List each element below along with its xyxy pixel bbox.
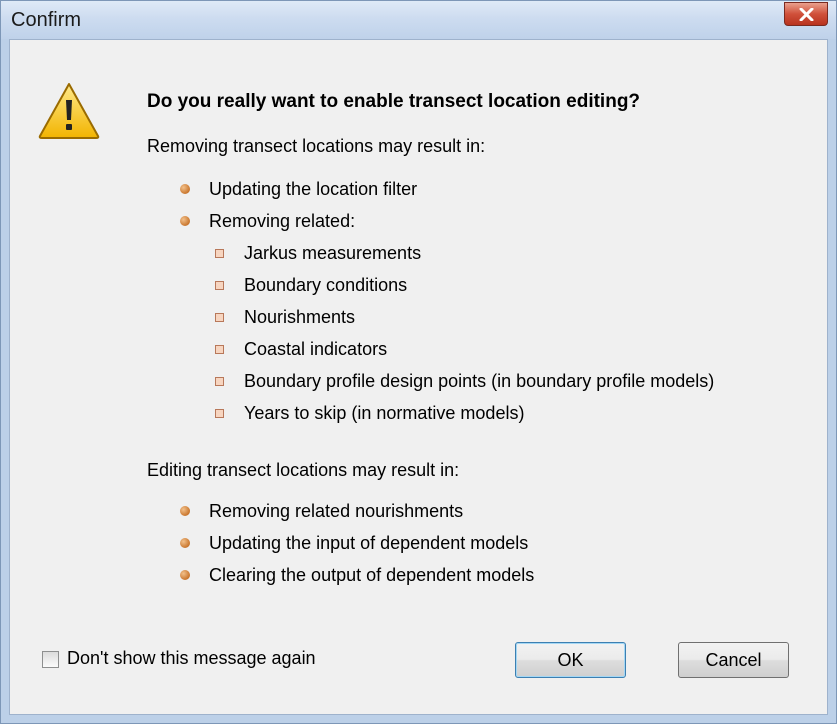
bullet-icon <box>180 570 190 580</box>
ok-button[interactable]: OK <box>515 642 626 678</box>
square-bullet-icon <box>215 377 224 386</box>
dialog-body: Do you really want to enable transect lo… <box>9 39 828 715</box>
checkbox-label[interactable]: Don't show this message again <box>67 648 316 669</box>
close-button[interactable] <box>784 2 828 26</box>
checkbox-box[interactable] <box>42 651 59 668</box>
square-bullet-icon <box>215 345 224 354</box>
removing-intro: Removing transect locations may result i… <box>147 136 486 156</box>
bullet-icon <box>180 184 190 194</box>
bullet-icon <box>180 538 190 548</box>
square-bullet-icon <box>215 281 224 290</box>
close-icon <box>799 8 814 21</box>
square-bullet-icon <box>215 249 224 258</box>
window-title: Confirm <box>11 9 82 31</box>
title-bar[interactable]: Confirm <box>1 1 836 39</box>
bullet-icon <box>180 216 190 226</box>
square-bullet-icon <box>215 409 224 418</box>
cancel-button[interactable]: Cancel <box>678 642 789 678</box>
confirm-dialog-window: Confirm Do you really want to enable tra… <box>0 0 837 724</box>
editing-intro: Editing transect locations may result in… <box>147 460 460 480</box>
warning-icon <box>38 83 100 139</box>
dialog-heading: Do you really want to enable transect lo… <box>147 91 641 112</box>
square-bullet-icon <box>215 313 224 322</box>
bullet-icon <box>180 506 190 516</box>
